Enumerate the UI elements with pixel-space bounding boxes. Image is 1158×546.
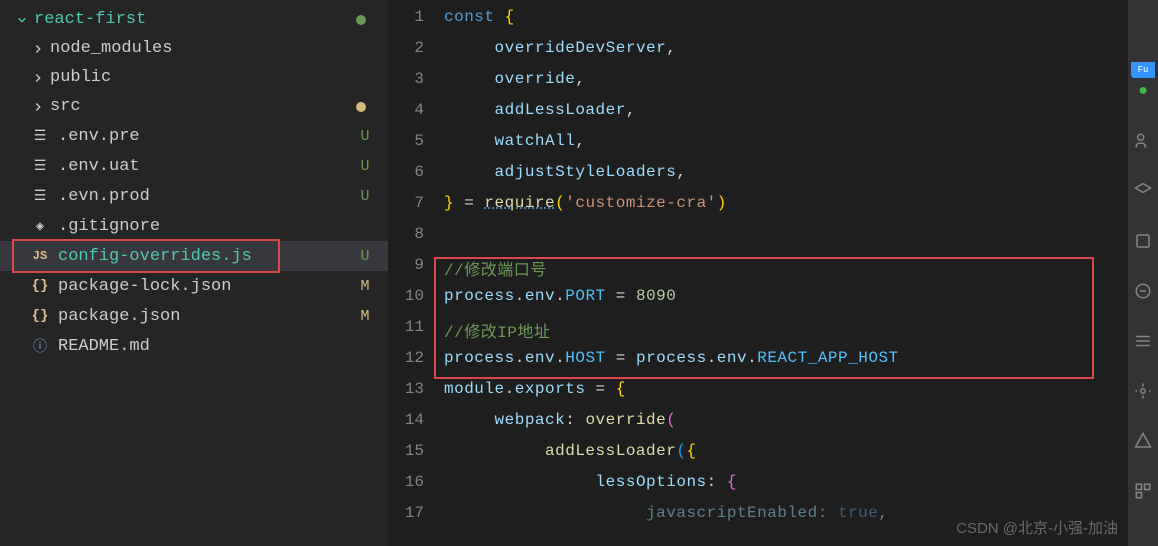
right-toolbar: Fu ● [1128,0,1158,546]
rail-icon[interactable] [1132,130,1154,152]
rail-icon[interactable] [1132,280,1154,302]
code-line: const { [444,3,1128,34]
tree-item-label: node_modules [50,39,172,58]
rail-icon[interactable] [1132,230,1154,252]
gitignore-icon: ◈ [30,216,50,236]
tree-item-label: package.json [58,307,180,326]
tree-item-node-modules[interactable]: node_modules [0,34,388,63]
git-status-badge: U [356,248,374,265]
code-line: module.exports = { [444,375,1128,406]
code-line: lessOptions: { [444,468,1128,499]
git-status-badge: M [356,278,374,295]
chevron-right-icon [30,99,46,115]
code-line: process.env.PORT = 8090 [444,282,1128,313]
code-line: adjustStyleLoaders, [444,158,1128,189]
code-line: process.env.HOST = process.env.REACT_APP… [444,344,1128,375]
tree-item-readme[interactable]: ⓘ README.md [0,331,388,361]
json-file-icon: {} [30,276,50,296]
file-icon: ☰ [30,156,50,176]
chevron-right-icon [30,70,46,86]
file-explorer[interactable]: react-first node_modules public src ☰ .e… [0,0,388,546]
rail-icon[interactable] [1132,430,1154,452]
tree-item-env-prod[interactable]: ☰ .evn.prod U [0,181,388,211]
git-status-badge: U [356,158,374,175]
info-icon: ⓘ [30,336,50,356]
file-icon: ☰ [30,186,50,206]
code-line: } = require('customize-cra') [444,189,1128,220]
code-content[interactable]: const { overrideDevServer, override, add… [444,0,1128,546]
code-line: addLessLoader, [444,96,1128,127]
rail-icon[interactable]: ● [1132,80,1154,102]
tree-item-gitignore[interactable]: ◈ .gitignore [0,211,388,241]
code-line: overrideDevServer, [444,34,1128,65]
tree-item-label: public [50,68,111,87]
tree-item-config-overrides[interactable]: JS config-overrides.js U [0,241,388,271]
chevron-right-icon [30,41,46,57]
tree-item-env-pre[interactable]: ☰ .env.pre U [0,121,388,151]
line-gutter: 1 2 3 4 5 6 7 8 9 10 11 12 13 14 15 16 1… [388,0,444,546]
rail-badge-icon[interactable]: Fu [1131,62,1155,78]
tree-item-label: package-lock.json [58,277,231,296]
code-line: //修改端口号 [444,251,1128,282]
tree-item-package-lock[interactable]: {} package-lock.json M [0,271,388,301]
status-dot-icon [356,102,366,112]
git-status-badge: M [356,308,374,325]
rail-icon[interactable] [1132,330,1154,352]
tree-item-label: config-overrides.js [58,247,252,266]
js-file-icon: JS [30,246,50,266]
tree-item-label: .evn.prod [58,187,150,206]
code-line [444,220,1128,251]
code-editor[interactable]: 1 2 3 4 5 6 7 8 9 10 11 12 13 14 15 16 1… [388,0,1128,546]
tree-item-src[interactable]: src [0,92,388,121]
rail-icon[interactable] [1132,380,1154,402]
tree-root-label: react-first [34,10,146,29]
tree-item-label: src [50,97,81,116]
json-file-icon: {} [30,306,50,326]
tree-item-env-uat[interactable]: ☰ .env.uat U [0,151,388,181]
code-line: watchAll, [444,127,1128,158]
code-line: override, [444,65,1128,96]
rail-icon[interactable] [1132,480,1154,502]
code-line: //修改IP地址 [444,313,1128,344]
tree-root[interactable]: react-first [0,5,388,34]
code-line: addLessLoader({ [444,437,1128,468]
rail-icon[interactable] [1132,180,1154,202]
git-status-badge: U [356,128,374,145]
chevron-down-icon [14,12,30,28]
code-line: webpack: override( [444,406,1128,437]
tree-item-package-json[interactable]: {} package.json M [0,301,388,331]
tree-item-label: .env.uat [58,157,140,176]
tree-item-public[interactable]: public [0,63,388,92]
watermark-text: CSDN @北京-小强-加油 [956,517,1118,538]
git-status-badge: U [356,188,374,205]
file-icon: ☰ [30,126,50,146]
tree-item-label: .env.pre [58,127,140,146]
status-dot-icon [356,15,366,25]
tree-item-label: README.md [58,337,150,356]
tree-item-label: .gitignore [58,217,160,236]
